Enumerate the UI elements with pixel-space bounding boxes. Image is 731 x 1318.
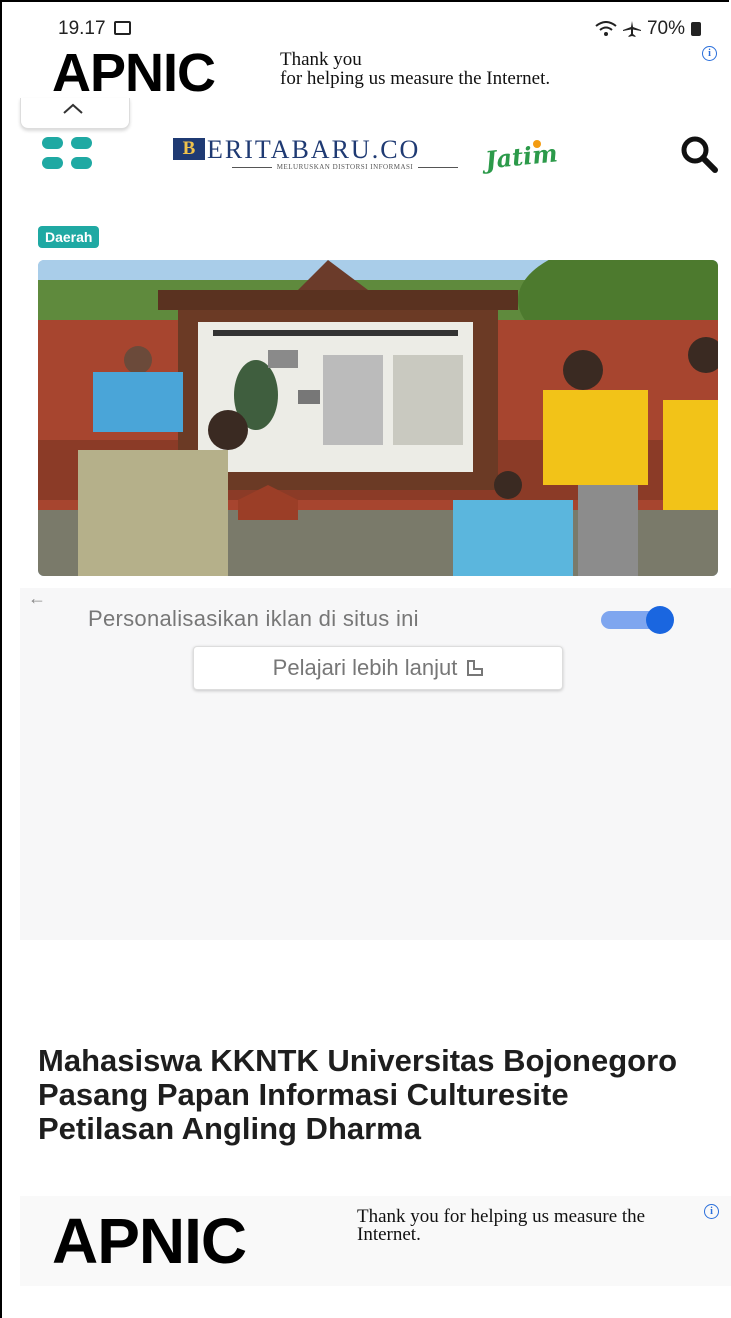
- collapse-ad-button[interactable]: [20, 98, 130, 129]
- apnic-logo: APNIC: [52, 43, 216, 103]
- gallery-icon: [114, 21, 131, 35]
- personalize-ads-label: Personalisasikan iklan di situs ini: [88, 606, 419, 631]
- personalize-ads-toggle[interactable]: [601, 606, 679, 634]
- search-icon[interactable]: [679, 134, 719, 174]
- learn-more-button[interactable]: Pelajari lebih lanjut: [193, 646, 563, 690]
- logo-wordmark: ERITABARU.CO: [207, 135, 421, 164]
- chevron-up-icon: [63, 103, 83, 114]
- article-title[interactable]: Mahasiswa KKNTK Universitas Bojonegoro P…: [38, 1044, 708, 1146]
- status-bar: 19.17 70%: [58, 14, 701, 44]
- site-header: B ERITABARU.CO MELURUSKAN DISTORSI INFOR…: [20, 128, 731, 188]
- wifi-icon: [595, 21, 617, 36]
- logo-mark: B: [173, 138, 205, 160]
- info-icon[interactable]: i: [704, 1204, 719, 1219]
- back-arrow-icon[interactable]: ←: [28, 588, 46, 609]
- menu-grid-icon[interactable]: [42, 137, 94, 171]
- ad-text-line1: Thank you: [280, 49, 362, 70]
- airplane-icon: [622, 21, 641, 37]
- battery-level: 70%: [646, 18, 685, 39]
- category-badge[interactable]: Daerah: [38, 226, 100, 248]
- ad-text: Thank you for helping us measure the Int…: [280, 50, 550, 88]
- status-time: 19.17: [58, 18, 106, 39]
- learn-more-label: Pelajari lebih lanjut: [272, 655, 458, 680]
- ad-personalization-panel: ← Personalisasikan iklan di situs ini Pe…: [20, 588, 731, 940]
- site-logo[interactable]: B ERITABARU.CO MELURUSKAN DISTORSI INFOR…: [173, 132, 593, 182]
- toggle-knob: [646, 606, 674, 634]
- ad-banner-top[interactable]: APNIC Thank you for helping us measure t…: [20, 43, 731, 103]
- battery-icon: [691, 22, 701, 36]
- photo-illustration: [38, 260, 718, 576]
- external-link-icon: [467, 660, 484, 676]
- article-photo: [38, 260, 718, 576]
- info-icon[interactable]: i: [702, 46, 717, 61]
- ad-banner-bottom[interactable]: APNIC Thank you for helping us measure t…: [20, 1196, 731, 1286]
- ad-text: Thank you for helping us measure the Int…: [357, 1206, 646, 1245]
- status-right: 70%: [595, 18, 701, 40]
- logo-region: Jatim: [483, 138, 559, 175]
- apnic-logo: APNIC: [52, 1205, 247, 1277]
- logo-tagline: MELURUSKAN DISTORSI INFORMASI: [195, 163, 495, 171]
- ad-text-line2: for helping us measure the Internet.: [280, 68, 551, 89]
